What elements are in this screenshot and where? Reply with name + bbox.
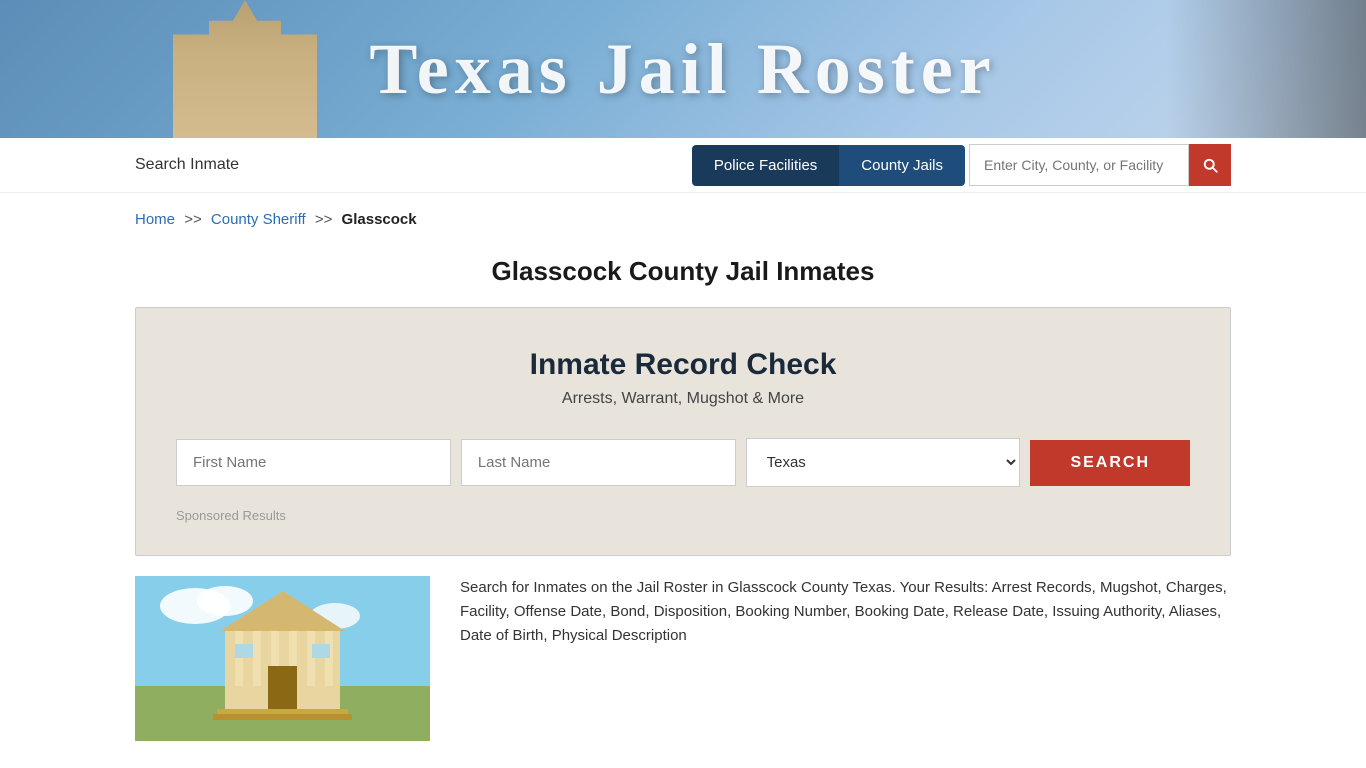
county-jails-button[interactable]: County Jails (839, 145, 965, 186)
last-name-input[interactable] (461, 439, 736, 486)
facility-type-buttons: Police Facilities County Jails (692, 145, 965, 186)
sponsored-text: Sponsored Results (176, 508, 286, 523)
first-name-input[interactable] (176, 439, 451, 486)
county-building-image (135, 576, 430, 741)
facility-search-wrapper (969, 144, 1231, 186)
inmate-search-button[interactable]: SEARCH (1030, 440, 1190, 486)
breadcrumb-sep-1: >> (184, 211, 202, 228)
building-svg (135, 576, 430, 741)
police-facilities-button[interactable]: Police Facilities (692, 145, 839, 186)
page-title: Glasscock County Jail Inmates (0, 256, 1366, 287)
breadcrumb-county-sheriff[interactable]: County Sheriff (211, 211, 306, 228)
breadcrumb-current: Glasscock (342, 211, 417, 228)
search-inmate-label: Search Inmate (135, 156, 692, 174)
breadcrumb-home[interactable]: Home (135, 211, 175, 228)
header-banner: Texas Jail Roster (0, 0, 1366, 138)
breadcrumb: Home >> County Sheriff >> Glasscock (0, 193, 1366, 246)
bottom-section: Search for Inmates on the Jail Roster in… (0, 556, 1366, 761)
inmate-search-form: AlabamaAlaskaArizonaArkansasCaliforniaCo… (176, 438, 1190, 487)
search-icon (1201, 156, 1219, 174)
state-select[interactable]: AlabamaAlaskaArizonaArkansasCaliforniaCo… (746, 438, 1021, 487)
navigation-bar: Search Inmate Police Facilities County J… (0, 138, 1366, 193)
site-title: Texas Jail Roster (369, 28, 996, 111)
record-check-subtitle: Arrests, Warrant, Mugshot & More (176, 390, 1190, 408)
breadcrumb-sep-2: >> (315, 211, 333, 228)
bottom-description: Search for Inmates on the Jail Roster in… (460, 576, 1231, 648)
facility-search-button[interactable] (1189, 144, 1231, 186)
sponsored-results-label: Sponsored Results (176, 507, 1190, 525)
record-check-heading: Inmate Record Check (176, 348, 1190, 382)
capitol-illustration (125, 0, 365, 138)
keys-illustration (1166, 0, 1366, 138)
facility-search-input[interactable] (969, 144, 1189, 186)
page-title-area: Glasscock County Jail Inmates (0, 246, 1366, 307)
record-check-box: Inmate Record Check Arrests, Warrant, Mu… (135, 307, 1231, 556)
